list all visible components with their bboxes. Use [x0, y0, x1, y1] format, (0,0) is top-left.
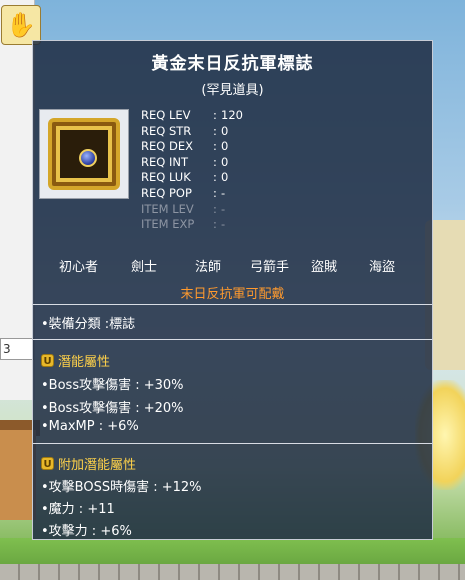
job-thief: 盜賊 [311, 260, 338, 275]
divider [33, 339, 432, 340]
potential-line: •Boss攻擊傷害 : +30% [41, 378, 184, 393]
divider [33, 443, 432, 444]
bonus-potential-line: •攻擊BOSS時傷害 : +12% [41, 480, 202, 495]
emblem-gem [79, 149, 97, 167]
item-name: 黃金末日反抗軍標誌 [151, 54, 314, 74]
req-row: REQ LEV:120 [141, 108, 243, 122]
glove-icon[interactable]: ✋ [1, 5, 41, 45]
req-row: ITEM EXP: - [141, 217, 226, 232]
potential-line: •Boss攻擊傷害 : +20% [41, 401, 184, 416]
bonus-potential-line: •魔力 : +11 [41, 502, 115, 517]
equipment-category: •裝備分類 :標誌 [41, 317, 136, 332]
background-input-field: 3 [0, 338, 34, 360]
job-magician: 法師 [195, 260, 222, 275]
bonus-potential-header: U 附加潛能屬性 [41, 454, 136, 473]
job-warrior: 劍士 [131, 260, 158, 275]
req-row: ITEM LEV: - [141, 201, 226, 216]
bonus-potential-icon: U [41, 457, 54, 470]
divider [33, 304, 432, 305]
glove-glyph: ✋ [6, 11, 36, 39]
req-row: REQ LUK:0 [141, 170, 229, 185]
job-list: 初心者 劍士 法師 弓箭手 盜賊 海盜 [33, 256, 432, 275]
item-tooltip: 黃金末日反抗軍標誌 (罕見道具) REQ LEV:120 REQ STR:0 R… [32, 40, 433, 540]
potential-header-label: 潛能屬性 [58, 355, 111, 370]
background-stones [0, 564, 465, 580]
req-row: REQ DEX:0 [141, 139, 229, 154]
job-bowman: 弓箭手 [250, 260, 290, 275]
bonus-potential-line: •攻擊力 : +6% [41, 524, 132, 539]
potential-icon: U [41, 354, 54, 367]
background-house [0, 430, 36, 520]
potential-header: U 潛能屬性 [41, 351, 110, 370]
req-row: REQ STR:0 [141, 123, 229, 138]
job-pirate: 海盜 [369, 260, 396, 275]
item-icon-frame [39, 109, 129, 199]
faction-restriction: 末日反抗軍可配戴 [180, 287, 285, 302]
potential-line: •MaxMP : +6% [41, 419, 139, 434]
bonus-potential-header-label: 附加潛能屬性 [58, 458, 137, 473]
req-row: REQ POP: - [141, 185, 226, 200]
req-row: REQ INT:0 [141, 154, 229, 169]
emblem-icon [48, 118, 120, 190]
item-rarity: (罕見道具) [201, 83, 264, 98]
job-beginner: 初心者 [59, 260, 99, 275]
requirements-list: REQ LEV:120 REQ STR:0 REQ DEX:0 REQ INT:… [141, 108, 243, 233]
